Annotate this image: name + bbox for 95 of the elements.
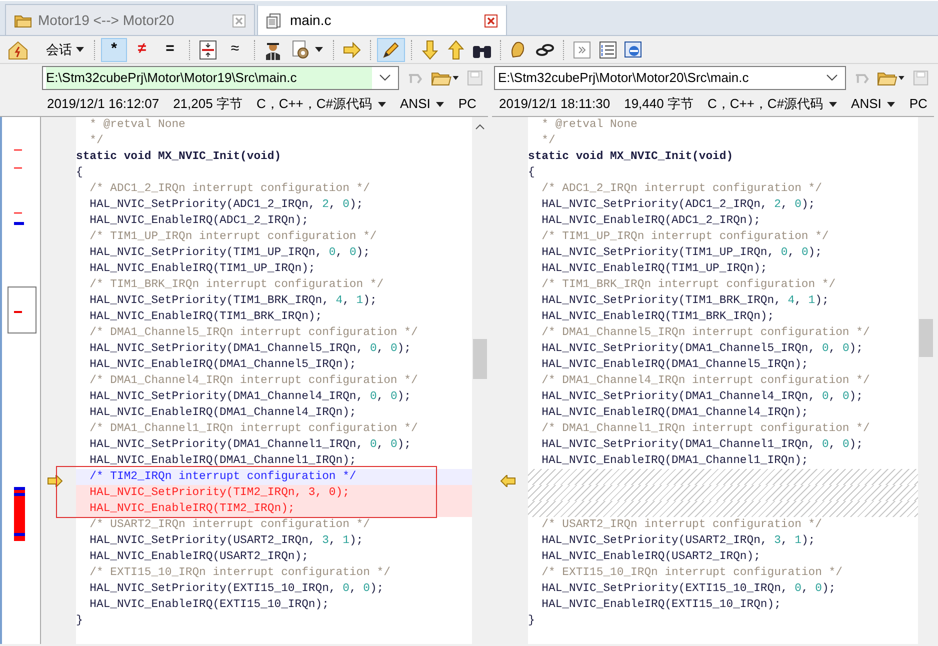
code-line: HAL_NVIC_SetPriority(DMA1_Channel1_IRQn, 0, 0); [540, 439, 863, 451]
code-line: } [528, 615, 535, 627]
code-line: /* ADC1_2_IRQn interrupt configuration */ [88, 183, 370, 195]
home-icon[interactable] [6, 38, 30, 60]
scrollbar-thumb[interactable] [473, 339, 487, 379]
code-line: HAL_NVIC_EnableIRQ(USART2_IRQn); [88, 551, 308, 563]
code-line: HAL_NVIC_SetPriority(DMA1_Channel1_IRQn, 0, 0); [88, 439, 411, 451]
code-line: HAL_NVIC_SetPriority(TIM1_BRK_IRQn, 4, 1); [540, 295, 829, 307]
code-line: HAL_NVIC_EnableIRQ(TIM1_UP_IRQn); [540, 263, 768, 275]
arrow-right-icon [47, 474, 63, 487]
path-field[interactable]: E:\Stm32cubePrj\Motor\Motor20\Src\main.c [494, 66, 846, 90]
session-button[interactable]: 会话 [42, 38, 88, 62]
code-line: HAL_NVIC_EnableIRQ(ADC1_2_IRQn); [88, 215, 308, 227]
code-line: HAL_NVIC_SetPriority(TIM2_IRQn, 3, 0); [88, 487, 350, 499]
close-icon[interactable] [484, 14, 498, 28]
code-line: HAL_NVIC_EnableIRQ(EXTI15_10_IRQn); [540, 599, 781, 611]
caret-icon[interactable] [436, 102, 444, 106]
code-line: /* DMA1_Channel4_IRQn interrupt configuration */ [88, 375, 418, 387]
code-line: HAL_NVIC_EnableIRQ(TIM1_BRK_IRQn); [540, 311, 774, 323]
caret-icon[interactable] [829, 102, 838, 106]
code-line: HAL_NVIC_SetPriority(DMA1_Channel4_IRQn, 0, 0); [88, 391, 411, 403]
file-date: 2019/12/1 16:12:07 [47, 95, 160, 114]
file-date: 2019/12/1 18:11:30 [499, 95, 610, 114]
code-line: /* DMA1_Channel1_IRQn interrupt configuration */ [88, 423, 418, 435]
code-line: /* DMA1_Channel5_IRQn interrupt configuration */ [88, 327, 418, 339]
edit-button[interactable] [377, 38, 405, 62]
filter-button[interactable]: * [101, 38, 127, 62]
code-line: /* ADC1_2_IRQn interrupt configuration */ [540, 183, 822, 195]
code-line: /* TIM1_BRK_IRQn interrupt configuration */ [88, 279, 384, 291]
code-line: HAL_NVIC_SetPriority(USART2_IRQn, 3, 1); [540, 535, 816, 547]
code-line: HAL_NVIC_SetPriority(DMA1_Channel5_IRQn, 0, 0); [88, 343, 411, 355]
code-line: /* USART2_IRQn interrupt configuration */ [540, 519, 822, 531]
code-line: * @retval None [540, 119, 638, 131]
line-ending[interactable]: PC [458, 94, 476, 114]
code-line: HAL_NVIC_SetPriority(ADC1_2_IRQn, 2, 0); [88, 199, 364, 211]
file-size: 21,205 字节 [173, 95, 242, 114]
code-line: HAL_NVIC_EnableIRQ(TIM1_BRK_IRQn); [88, 311, 322, 323]
code-line: } [76, 615, 83, 627]
arrow-left-icon [500, 474, 516, 487]
file-encoding[interactable]: ANSI [400, 94, 430, 114]
code-line: HAL_NVIC_SetPriority(DMA1_Channel4_IRQn, 0, 0); [540, 391, 863, 403]
code-line: static void MX_NVIC_Init(void) [528, 151, 734, 163]
caret-icon[interactable] [378, 102, 386, 106]
code-line: HAL_NVIC_EnableIRQ(EXTI15_10_IRQn); [88, 599, 329, 611]
code-line: HAL_NVIC_SetPriority(USART2_IRQn, 3, 1); [88, 535, 364, 547]
caret-icon[interactable] [76, 47, 84, 52]
code-line: /* EXTI15_10_IRQn interrupt configuration */ [88, 567, 390, 579]
code-line: */ [88, 135, 104, 147]
file-encoding[interactable]: ANSI [851, 94, 882, 114]
code-line: * @retval None [88, 119, 186, 131]
code-line: HAL_NVIC_EnableIRQ(DMA1_Channel1_IRQn); [540, 455, 808, 467]
code-line: HAL_NVIC_EnableIRQ(DMA1_Channel4_IRQn); [88, 407, 356, 419]
code-line: HAL_NVIC_EnableIRQ(USART2_IRQn); [540, 551, 760, 563]
code-line: HAL_NVIC_SetPriority(EXTI15_10_IRQn, 0, 0); [540, 583, 836, 595]
code-line: */ [540, 135, 556, 147]
filter-button[interactable]: = [157, 38, 183, 62]
code-line: { [76, 167, 83, 179]
code-line: HAL_NVIC_SetPriority(EXTI15_10_IRQn, 0, 0); [88, 583, 384, 595]
code-line: HAL_NVIC_SetPriority(TIM1_UP_IRQn, 0, 0); [540, 247, 822, 259]
code-line: /* TIM2_IRQn interrupt configuration */ [88, 471, 356, 483]
tab[interactable]: main.c [257, 4, 507, 35]
code-line: /* EXTI15_10_IRQn interrupt configuration */ [540, 567, 842, 579]
file-format[interactable]: C，C++，C#源代码 [707, 94, 824, 114]
file-format[interactable]: C，C++，C#源代码 [256, 94, 372, 114]
path-field[interactable]: E:\Stm32cubePrj\Motor\Motor19\Src\main.c [42, 66, 399, 90]
code-line: HAL_NVIC_EnableIRQ(ADC1_2_IRQn); [540, 215, 760, 227]
code-line: HAL_NVIC_SetPriority(TIM1_BRK_IRQn, 4, 1); [88, 295, 377, 307]
code-line: HAL_NVIC_EnableIRQ(DMA1_Channel5_IRQn); [540, 359, 808, 371]
code-line: /* TIM1_UP_IRQn interrupt configuration */ [540, 231, 829, 243]
code-line: /* TIM1_BRK_IRQn interrupt configuration */ [540, 279, 836, 291]
code-line: /* DMA1_Channel5_IRQn interrupt configuration */ [540, 327, 870, 339]
code-line: /* DMA1_Channel4_IRQn interrupt configuration */ [540, 375, 870, 387]
tab[interactable]: Motor19 <--> Motor20 [5, 4, 255, 35]
code-line: HAL_NVIC_SetPriority(ADC1_2_IRQn, 2, 0); [540, 199, 816, 211]
similar-button[interactable]: ≈ [222, 38, 248, 62]
scrollbar-thumb[interactable] [919, 319, 933, 357]
caret-icon[interactable] [887, 102, 896, 106]
code-line: HAL_NVIC_EnableIRQ(DMA1_Channel1_IRQn); [88, 455, 356, 467]
code-line: static void MX_NVIC_Init(void) [76, 151, 282, 163]
code-line: HAL_NVIC_EnableIRQ(DMA1_Channel4_IRQn); [540, 407, 808, 419]
code-line: /* DMA1_Channel1_IRQn interrupt configuration */ [540, 423, 870, 435]
code-line: HAL_NVIC_SetPriority(TIM1_UP_IRQn, 0, 0); [88, 247, 370, 259]
pencil-icon [381, 40, 401, 60]
code-line: /* USART2_IRQn interrupt configuration */ [88, 519, 370, 531]
filter-button[interactable]: ≠ [129, 38, 155, 62]
line-ending[interactable]: PC [909, 94, 928, 114]
code-line: HAL_NVIC_EnableIRQ(TIM2_IRQn); [88, 503, 295, 515]
code-line: HAL_NVIC_SetPriority(DMA1_Channel5_IRQn, 0, 0); [540, 343, 863, 355]
scroll-up-icon[interactable] [473, 122, 487, 132]
file-size: 19,440 字节 [624, 95, 694, 114]
caret-icon[interactable] [315, 47, 323, 52]
code-line: /* TIM1_UP_IRQn interrupt configuration */ [88, 231, 377, 243]
code-line: HAL_NVIC_EnableIRQ(TIM1_UP_IRQn); [88, 263, 316, 275]
code-line: { [528, 167, 535, 179]
code-line: HAL_NVIC_EnableIRQ(DMA1_Channel5_IRQn); [88, 359, 356, 371]
